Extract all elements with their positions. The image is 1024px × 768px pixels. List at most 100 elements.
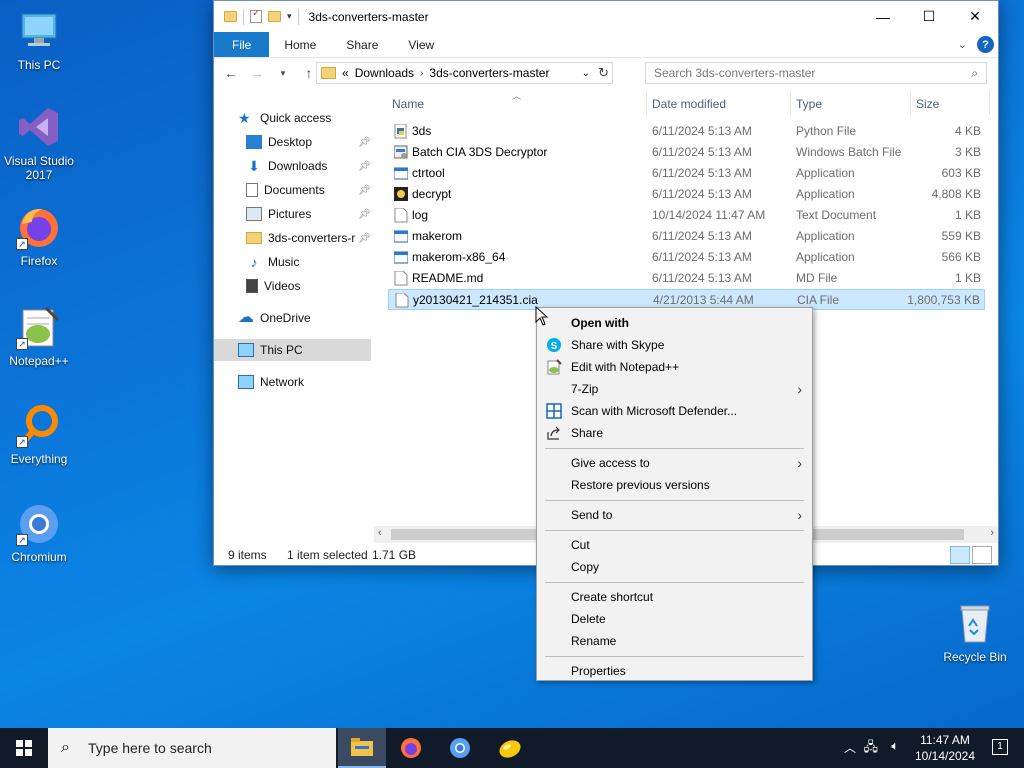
desktop-icon-firefox[interactable]: ↗ Firefox	[1, 204, 77, 268]
nav-label: Documents	[264, 183, 325, 197]
menu-item-open-with[interactable]: Open with	[539, 312, 810, 334]
large-icons-view-button[interactable]	[972, 546, 992, 564]
start-button[interactable]	[0, 728, 48, 768]
forward-button[interactable]: →	[246, 65, 268, 81]
clock[interactable]: 11:47 AM 10/14/2024	[910, 732, 980, 764]
address-bar[interactable]: « Downloads › 3ds-converters-master ⌄ ↻	[316, 62, 613, 84]
close-button[interactable]: ✕	[952, 1, 998, 32]
pin-icon[interactable]: 📌︎	[358, 137, 371, 148]
column-header-name[interactable]: Name	[392, 97, 424, 111]
nav-item-quick-access[interactable]: ★ Quick access	[238, 107, 331, 129]
help-icon[interactable]: ?	[977, 36, 994, 53]
desktop-icon-everything[interactable]: ↗ Everything	[1, 402, 77, 466]
divider[interactable]	[790, 91, 791, 115]
table-row[interactable]: 3ds 6/11/2024 5:13 AM Python File 4 KB	[388, 121, 985, 142]
new-folder-icon[interactable]	[268, 11, 281, 22]
pin-icon[interactable]: 📌︎	[358, 209, 371, 220]
notification-center-icon[interactable]: 1	[992, 739, 1008, 755]
divider[interactable]	[989, 91, 990, 115]
file-type: MD File	[796, 271, 838, 285]
nav-item-pictures[interactable]: Pictures 📌︎	[246, 203, 371, 225]
expand-ribbon-icon[interactable]: ⌄	[958, 38, 967, 51]
nav-item-desktop[interactable]: Desktop 📌︎	[246, 131, 371, 153]
nav-item-documents[interactable]: Documents 📌︎	[246, 179, 371, 201]
table-row[interactable]: decrypt 6/11/2024 5:13 AM Application 4,808…	[388, 184, 985, 205]
menu-item-create-shortcut[interactable]: Create shortcut	[539, 586, 810, 608]
chevron-down-icon[interactable]: ⌄	[582, 68, 590, 79]
menu-item-rename[interactable]: Rename	[539, 630, 810, 652]
pin-icon[interactable]: 📌︎	[358, 161, 371, 172]
customize-toolbar-icon[interactable]: ▾	[287, 11, 292, 22]
table-row[interactable]: makerom 6/11/2024 5:13 AM Application 559 K…	[388, 226, 985, 247]
pin-icon[interactable]: 📌︎	[358, 233, 371, 244]
divider[interactable]	[646, 91, 647, 115]
menu-item-7-zip[interactable]: 7-Zip ›	[539, 378, 810, 400]
taskbar-chromium[interactable]	[436, 728, 484, 768]
tab-view[interactable]: View	[393, 32, 449, 57]
notification-count: 1	[997, 741, 1003, 752]
desktop-icon-notepadpp[interactable]: ↗ Notepad++	[1, 304, 77, 368]
menu-item-share[interactable]: Share	[539, 422, 810, 444]
nav-item-videos[interactable]: Videos	[246, 275, 300, 297]
desktop-icon-this-pc[interactable]: This PC	[1, 8, 77, 72]
address-overflow[interactable]: «	[342, 66, 349, 80]
scroll-left-icon[interactable]: ‹	[378, 527, 382, 539]
table-row[interactable]: makerom-x86_64 6/11/2024 5:13 AM Applicati…	[388, 247, 985, 268]
maximize-button[interactable]: ☐	[906, 1, 952, 32]
tab-home[interactable]: Home	[269, 32, 331, 57]
refresh-icon[interactable]: ↻	[598, 65, 609, 81]
details-view-button[interactable]	[950, 546, 970, 564]
taskbar-search-box[interactable]: ⌕ Type here to search	[48, 728, 336, 768]
back-button[interactable]: ←	[220, 65, 242, 81]
nav-item-this-pc[interactable]: This PC	[214, 339, 371, 361]
menu-item-send-to[interactable]: Send to ›	[539, 504, 810, 526]
desktop-icon-recycle-bin[interactable]: Recycle Bin	[937, 600, 1013, 664]
search-input[interactable]: Search 3ds-converters-master ⌕	[645, 62, 987, 84]
table-row[interactable]: README.md 6/11/2024 5:13 AM MD File 1 KB	[388, 268, 985, 289]
speaker-icon[interactable]: 🔈︎	[891, 738, 899, 754]
menu-item-scan-with-microsoft-defender[interactable]: Scan with Microsoft Defender...	[539, 400, 810, 422]
nav-item-downloads[interactable]: ⬇ Downloads 📌︎	[246, 155, 371, 177]
breadcrumb-current[interactable]: 3ds-converters-master	[429, 66, 549, 80]
tab-share[interactable]: Share	[331, 32, 393, 57]
breadcrumb-chevron-icon[interactable]: ›	[420, 68, 423, 79]
menu-item-cut[interactable]: Cut	[539, 534, 810, 556]
taskbar-file-explorer[interactable]	[338, 728, 386, 768]
menu-item-copy[interactable]: Copy	[539, 556, 810, 578]
table-row[interactable]: ctrtool 6/11/2024 5:13 AM Application 603 K…	[388, 163, 985, 184]
menu-item-share-with-skype[interactable]: S Share with Skype	[539, 334, 810, 356]
table-row[interactable]: Batch CIA 3DS Decryptor 6/11/2024 5:13 AM…	[388, 142, 985, 163]
recent-locations-icon[interactable]: ▾	[272, 68, 294, 79]
menu-item-properties[interactable]: Properties	[539, 660, 810, 682]
menu-item-give-access-to[interactable]: Give access to ›	[539, 452, 810, 474]
column-header-type[interactable]: Type	[796, 97, 822, 111]
file-type: CIA File	[797, 293, 840, 307]
file-date: 6/11/2024 5:13 AM	[652, 166, 752, 180]
divider[interactable]	[910, 91, 911, 115]
show-hidden-icons-icon[interactable]: ︿	[844, 739, 856, 756]
menu-item-delete[interactable]: Delete	[539, 608, 810, 630]
nav-item-onedrive[interactable]: ☁ OneDrive	[238, 307, 311, 329]
column-header-date[interactable]: Date modified	[652, 97, 726, 111]
scroll-right-icon[interactable]: ›	[990, 527, 994, 539]
breadcrumb-downloads[interactable]: Downloads	[355, 66, 414, 80]
menu-item-edit-with-notepad[interactable]: Edit with Notepad++	[539, 356, 810, 378]
minimize-button[interactable]: —	[860, 1, 906, 32]
nav-item-music[interactable]: ♪ Music	[246, 251, 300, 273]
taskbar-firefox[interactable]	[387, 728, 435, 768]
desktop-icon-visual-studio[interactable]: Visual Studio 2017	[1, 104, 77, 182]
pin-icon[interactable]: 📌︎	[358, 185, 371, 196]
nav-item-network[interactable]: Network	[238, 371, 304, 393]
tab-file[interactable]: File	[214, 32, 270, 57]
network-disconnected-icon[interactable]: 🖧︎	[864, 738, 879, 760]
menu-item-restore-previous-versions[interactable]: Restore previous versions	[539, 474, 810, 496]
batch-file-icon	[393, 145, 408, 160]
desktop-icon-chromium[interactable]: ↗ Chromium	[1, 500, 77, 564]
nav-label: This PC	[260, 343, 303, 357]
table-row[interactable]: log 10/14/2024 11:47 AM Text Document 1 KB	[388, 205, 985, 226]
menu-item-label: Scan with Microsoft Defender...	[571, 404, 738, 418]
column-header-size[interactable]: Size	[916, 97, 939, 111]
nav-item-3ds-converters[interactable]: 3ds-converters-r 📌︎	[246, 227, 371, 249]
properties-icon[interactable]	[250, 8, 262, 23]
taskbar-pinned-app[interactable]	[486, 728, 534, 768]
